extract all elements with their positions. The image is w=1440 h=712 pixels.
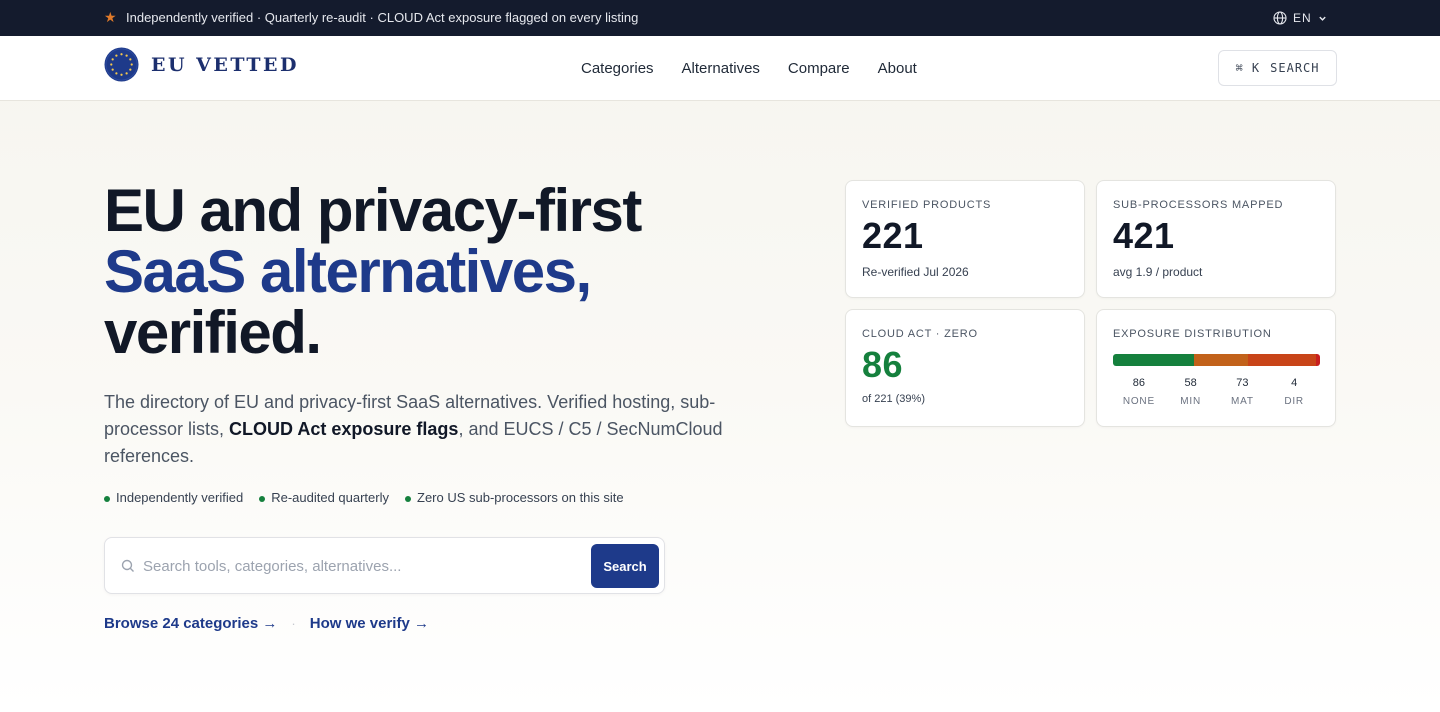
stat-label: CLOUD ACT · ZERO [862,328,978,340]
star-icon: ★ [104,9,117,25]
nav-alternatives[interactable]: Alternatives [682,60,760,78]
trust-check: Zero US sub-processors on this site [405,490,624,505]
exposure-bucket: 86 NONE [1113,376,1165,408]
hero-links: Browse 24 categories → · How we verify → [104,615,429,632]
exposure-segment-min [1193,354,1248,366]
globe-icon [1273,11,1287,25]
exposure-bucket: 4 DIR [1268,376,1320,408]
lead-text-bold: CLOUD Act exposure flags [229,419,459,439]
hero-search-box: Search [104,537,665,594]
brand-logo[interactable]: EU VETTED [104,47,299,82]
stat-label: VERIFIED PRODUCTS [862,199,992,211]
brand-name: EU VETTED [151,53,299,76]
exposure-bucket: 73 MAT [1217,376,1269,408]
stat-value: 421 [1113,215,1175,256]
site-header: EU VETTED Categories Alternatives Compar… [0,36,1440,101]
stat-label: SUB-PROCESSORS MAPPED [1113,199,1284,211]
status-dot-icon [405,495,411,502]
language-code: EN [1293,11,1312,25]
stat-card-cloud-act-zero: CLOUD ACT · ZERO 86 of 221 (39%) [845,309,1085,427]
hero-title-line2: SaaS alternatives, [104,238,592,305]
hero-lead: The directory of EU and privacy-first Sa… [104,389,744,470]
language-selector[interactable]: EN [1273,9,1327,27]
hero-title: EU and privacy-first SaaS alternatives, … [104,180,804,363]
hero-title-line1: EU and privacy-first [104,177,642,244]
stat-caption: avg 1.9 / product [1113,265,1203,279]
status-dot-icon [104,495,110,502]
status-dot-icon [259,495,266,502]
bucket-key: MAT [1230,396,1254,407]
bucket-count: 58 [1184,377,1197,389]
browse-categories-link[interactable]: Browse 24 categories → [104,615,277,632]
hero-search-button[interactable]: Search [591,544,659,588]
hero-search-input[interactable] [143,554,583,578]
search-icon [121,559,134,572]
bucket-key: DIR [1284,396,1304,407]
nav-compare[interactable]: Compare [788,60,850,78]
bucket-key: MIN [1180,396,1201,407]
announcement-bar: ★ Independently verified · Quarterly re-… [0,0,1440,36]
nav-about[interactable]: About [878,60,917,78]
main-nav: Categories Alternatives Compare About [581,60,917,78]
bucket-key: NONE [1122,396,1155,407]
header-search-button[interactable]: ⌘ K SEARCH [1218,50,1337,86]
hero-title-line3: verified. [104,299,322,366]
announcement-text: Independently verified · Quarterly re-au… [126,10,639,25]
stat-card-sub-processors: SUB-PROCESSORS MAPPED 421 avg 1.9 / prod… [1096,180,1336,298]
trust-check-label: Re-audited quarterly [271,490,389,505]
exposure-bucket: 58 MIN [1165,376,1217,408]
exposure-legend: 86 NONE 58 MIN 73 MAT 4 DIR [1113,376,1320,408]
trust-check-label: Independently verified [116,490,244,505]
link-separator: · [291,616,296,631]
stat-card-exposure-distribution: EXPOSURE DISTRIBUTION 86 NONE 58 MIN 73 … [1096,309,1336,427]
stat-value: 86 [862,344,904,385]
stat-caption: Re-verified Jul 2026 [862,265,969,279]
bucket-count: 4 [1291,377,1298,389]
keyboard-shortcut: ⌘ K [1235,61,1261,75]
how-we-verify-link[interactable]: How we verify → [310,615,429,632]
exposure-segment-none [1113,354,1194,366]
bucket-count: 73 [1236,377,1249,389]
stat-label: EXPOSURE DISTRIBUTION [1113,328,1272,340]
chevron-down-icon [1318,16,1326,21]
bucket-count: 86 [1132,377,1145,389]
header-search-label: SEARCH [1270,61,1320,75]
exposure-segment-dir [1316,354,1320,366]
stat-caption: of 221 (39%) [862,393,925,405]
trust-check: Independently verified [104,490,243,505]
trust-check-label: Zero US sub-processors on this site [417,490,624,505]
nav-categories[interactable]: Categories [581,60,654,78]
exposure-bar [1113,354,1320,366]
stat-card-verified-products: VERIFIED PRODUCTS 221 Re-verified Jul 20… [845,180,1085,298]
trust-checks: Independently verified Re-audited quarte… [104,490,624,505]
exposure-segment-mat [1247,354,1317,366]
trust-check: Re-audited quarterly [259,490,389,505]
eu-stars-icon [104,47,139,82]
stat-value: 221 [862,215,924,256]
